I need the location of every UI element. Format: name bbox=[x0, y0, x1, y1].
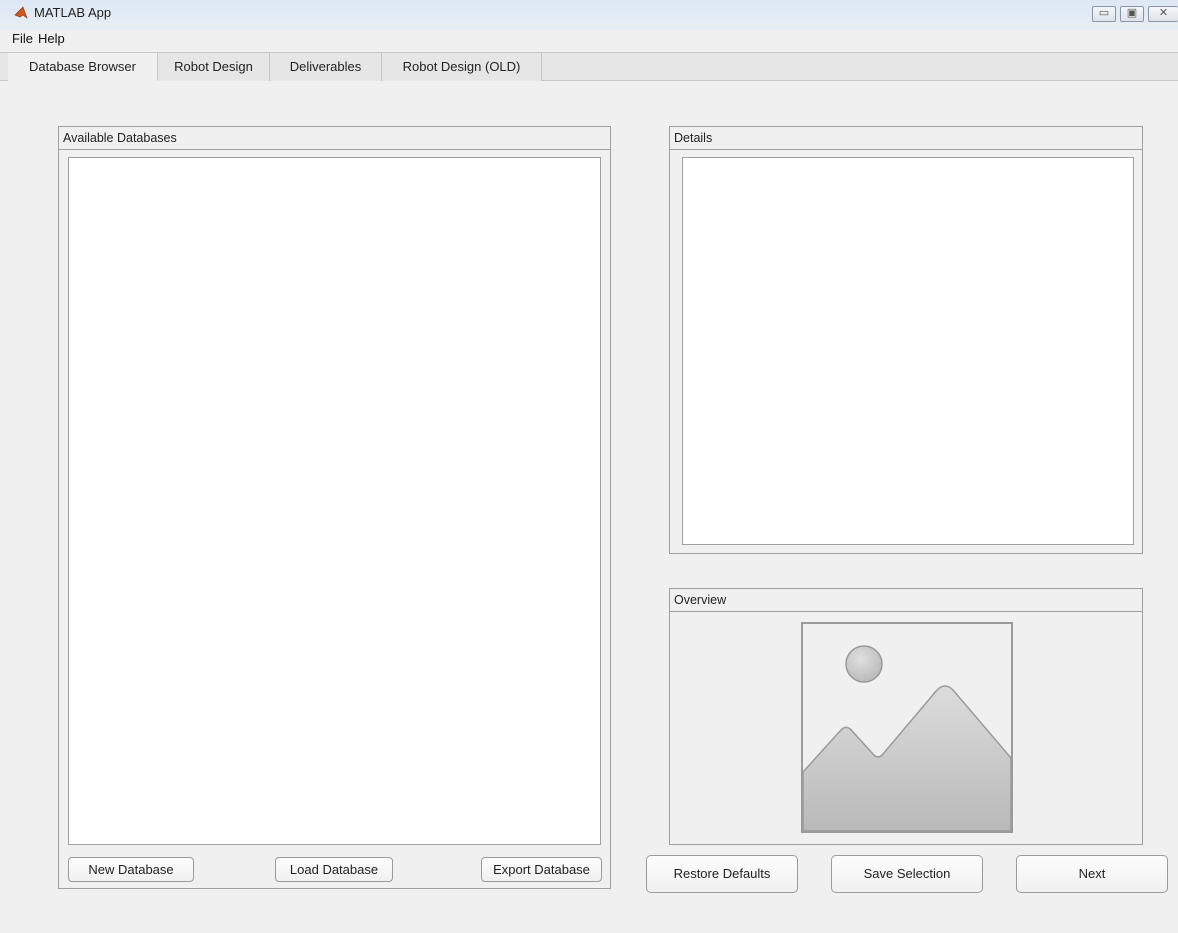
tab-deliverables[interactable]: Deliverables bbox=[270, 52, 382, 81]
maximize-button[interactable]: ▣ bbox=[1120, 6, 1144, 22]
overview-panel: Overview bbox=[669, 588, 1143, 845]
details-textarea[interactable] bbox=[682, 157, 1134, 545]
load-database-button[interactable]: Load Database bbox=[275, 857, 393, 882]
matlab-logo-icon bbox=[14, 6, 28, 19]
save-selection-button[interactable]: Save Selection bbox=[831, 855, 983, 893]
tab-database-browser[interactable]: Database Browser bbox=[8, 52, 158, 81]
available-databases-panel: Available Databases New Database Load Da… bbox=[58, 126, 611, 889]
close-icon: ✕ bbox=[1158, 6, 1169, 19]
panel-title: Details bbox=[670, 127, 1142, 150]
menu-bar: File Help bbox=[0, 30, 1178, 50]
close-button[interactable]: ✕ bbox=[1148, 6, 1178, 22]
tab-robot-design-old[interactable]: Robot Design (OLD) bbox=[382, 52, 542, 81]
menu-help[interactable]: Help bbox=[38, 31, 65, 46]
new-database-button[interactable]: New Database bbox=[68, 857, 194, 882]
minimize-icon: ▭ bbox=[1098, 6, 1110, 19]
panel-title: Overview bbox=[670, 589, 1142, 612]
image-placeholder-icon bbox=[801, 622, 1013, 833]
details-panel: Details bbox=[669, 126, 1143, 554]
maximize-icon: ▣ bbox=[1126, 6, 1138, 19]
title-bar bbox=[0, 0, 1178, 30]
panel-title: Available Databases bbox=[59, 127, 610, 150]
databases-listbox[interactable] bbox=[68, 157, 601, 845]
export-database-button[interactable]: Export Database bbox=[481, 857, 602, 882]
menu-file[interactable]: File bbox=[12, 31, 33, 46]
restore-defaults-button[interactable]: Restore Defaults bbox=[646, 855, 798, 893]
tab-robot-design[interactable]: Robot Design bbox=[158, 52, 270, 81]
next-button[interactable]: Next bbox=[1016, 855, 1168, 893]
minimize-button[interactable]: ▭ bbox=[1092, 6, 1116, 22]
window-title: MATLAB App bbox=[34, 5, 112, 20]
